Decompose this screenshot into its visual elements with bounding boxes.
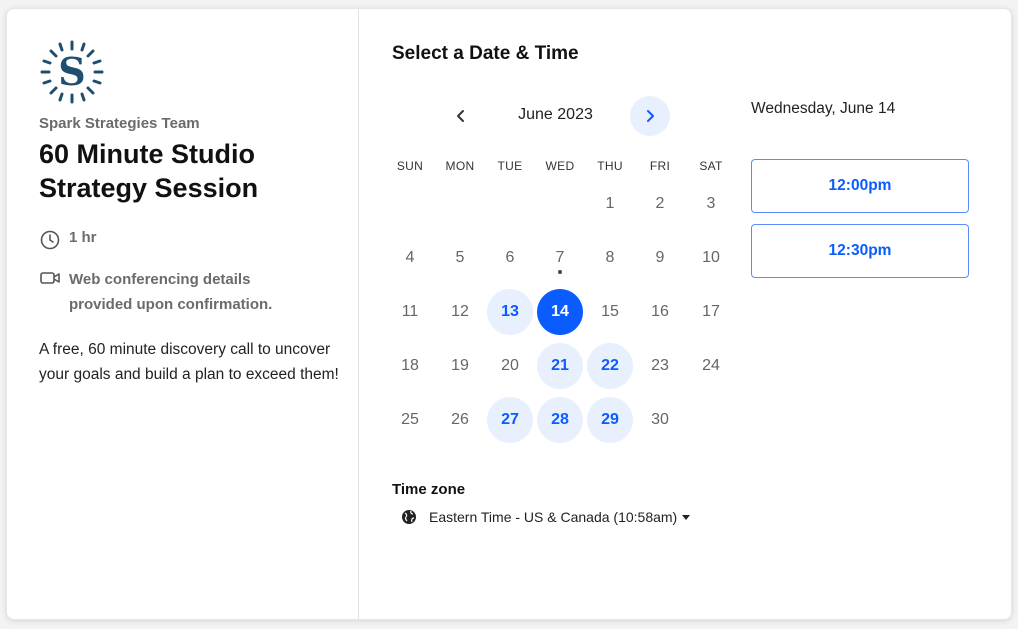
month-label: June 2023 — [518, 106, 593, 123]
svg-text:S: S — [58, 49, 85, 94]
time-slot-button[interactable]: 12:00pm — [751, 159, 969, 213]
calendar-day: 10 — [702, 249, 720, 266]
event-details-panel: S Spark Strategies Team 60 Minute Studio… — [7, 9, 359, 619]
calendar-day: 6 — [505, 249, 515, 266]
calendar-day: 23 — [651, 357, 669, 374]
selected-date-title: Wednesday, June 14 — [751, 100, 896, 117]
calendar-day: 12 — [451, 303, 469, 320]
calendar-day: 2 — [655, 195, 665, 212]
previous-month-button[interactable] — [441, 96, 481, 136]
video-camera-icon — [39, 267, 61, 289]
calendar-day: 24 — [702, 357, 720, 374]
calendar-day: 7 — [555, 249, 565, 266]
calendar-day-available[interactable]: 29 — [587, 397, 633, 443]
sun-s-logo-icon: S — [39, 39, 105, 105]
select-date-heading: Select a Date & Time — [392, 43, 579, 64]
calendar-day: 17 — [702, 303, 720, 320]
time-slot-button[interactable]: 12:30pm — [751, 224, 969, 278]
today-indicator-dot — [558, 270, 562, 274]
calendar-day: 30 — [651, 411, 669, 428]
calendar-day-available[interactable]: 28 — [537, 397, 583, 443]
calendar-day: 25 — [401, 411, 419, 428]
caret-down-icon — [682, 514, 691, 520]
event-description: A free, 60 minute discovery call to unco… — [39, 341, 339, 383]
weekday-header: SUN — [396, 159, 424, 173]
calendar-day: 8 — [605, 249, 615, 266]
calendar-day: 26 — [451, 411, 469, 428]
calendar-day: 5 — [455, 249, 465, 266]
timezone-selector[interactable]: Eastern Time - US & Canada (10:58am) — [401, 509, 691, 525]
calendar-day: 15 — [601, 303, 619, 320]
weekday-header: SAT — [699, 159, 723, 173]
weekday-header: TUE — [497, 159, 523, 173]
weekday-header: WED — [545, 159, 575, 173]
weekday-header: FRI — [649, 159, 671, 173]
calendar-day: 16 — [651, 303, 669, 320]
calendar-day-available[interactable]: 27 — [487, 397, 533, 443]
calendar-day: 3 — [706, 195, 716, 212]
conferencing-row: Web conferencing details provided upon c… — [39, 267, 299, 317]
event-title: 60 Minute Studio Strategy Session — [39, 139, 259, 203]
chevron-left-icon — [457, 110, 464, 122]
calendar-day: 19 — [451, 357, 469, 374]
conferencing-text: Web conferencing details provided upon c… — [69, 271, 273, 313]
calendar-day-selected[interactable]: 14 — [537, 289, 583, 335]
timezone-value: Eastern Time - US & Canada (10:58am) — [429, 509, 678, 525]
clock-icon — [39, 229, 61, 251]
duration-text: 1 hr — [69, 229, 97, 246]
timezone-label: Time zone — [392, 481, 466, 498]
booking-card: S Spark Strategies Team 60 Minute Studio… — [6, 8, 1012, 620]
calendar-day: 11 — [401, 303, 419, 320]
scheduler-panel: Select a Date & Time June 2023 SUN MON TUE… — [359, 9, 1011, 619]
month-navigation: June 2023 — [441, 96, 671, 136]
calendar-day-available[interactable]: 13 — [487, 289, 533, 335]
team-name: Spark Strategies Team — [39, 115, 200, 132]
weekday-header: MON — [445, 159, 475, 173]
calendar-day: 1 — [605, 195, 615, 212]
next-month-button[interactable] — [630, 96, 670, 136]
calendar-day: 9 — [655, 249, 665, 266]
weekday-header: THU — [597, 159, 623, 173]
calendar-day: 18 — [401, 357, 419, 374]
globe-icon — [401, 509, 417, 525]
calendar-day-available[interactable]: 21 — [537, 343, 583, 389]
duration-row: 1 hr — [39, 229, 97, 251]
calendar-day: 4 — [405, 249, 415, 266]
calendar-day-available[interactable]: 22 — [587, 343, 633, 389]
calendar-day: 20 — [501, 357, 519, 374]
chevron-right-icon — [647, 110, 654, 122]
